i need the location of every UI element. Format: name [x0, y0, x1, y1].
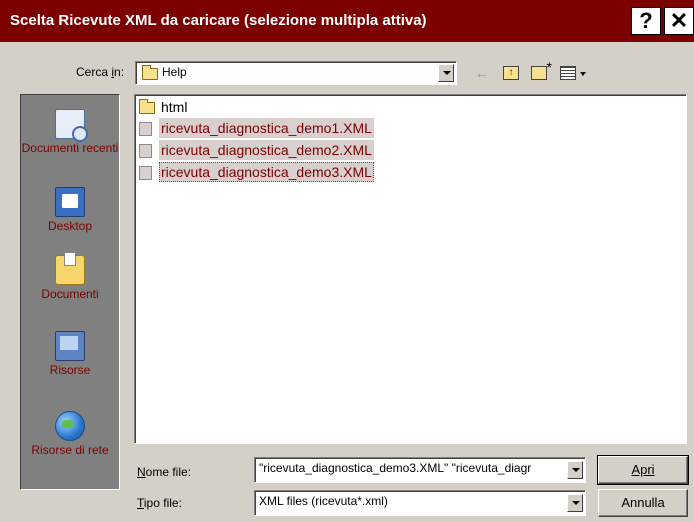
open-button[interactable]: Apri — [597, 455, 689, 485]
folder-icon — [139, 99, 155, 114]
open-button-label: Apri — [631, 462, 655, 477]
place-label: Risorse — [49, 363, 91, 377]
filename-value: "ricevuta_diagnostica_demo3.XML" "ricevu… — [259, 461, 532, 475]
chevron-down-icon[interactable] — [567, 494, 583, 512]
folder-icon — [142, 65, 158, 80]
filetype-dropdown[interactable]: XML files (ricevuta*.xml) — [254, 490, 586, 516]
help-button[interactable]: ? — [631, 7, 661, 35]
place-label: Documenti — [41, 287, 99, 301]
new-folder-icon[interactable] — [531, 58, 552, 80]
place-recent-documents[interactable]: Documenti recenti — [21, 109, 119, 155]
filetype-label: Tipo file: — [137, 496, 182, 510]
lookin-dropdown[interactable]: Help — [135, 61, 457, 85]
lookin-value: Help — [162, 65, 187, 79]
my-computer-icon — [55, 331, 85, 361]
place-my-computer[interactable]: Risorse — [21, 331, 119, 377]
cancel-button[interactable]: Annulla — [598, 489, 688, 517]
xml-file-icon — [139, 144, 152, 158]
places-bar: Documenti recenti Desktop Documenti Riso… — [20, 94, 120, 490]
my-documents-icon — [55, 252, 85, 285]
file-name: ricevuta_diagnostica_demo1.XML — [159, 118, 374, 138]
place-label: Documenti recenti — [21, 141, 119, 155]
filename-label: Nome file: — [137, 465, 192, 479]
recent-documents-icon — [55, 109, 88, 142]
close-button[interactable]: ✕ — [664, 7, 694, 35]
file-open-dialog: Scelta Ricevute XML da caricare (selezio… — [0, 0, 694, 522]
place-my-documents[interactable]: Documenti — [21, 252, 119, 301]
xml-file-icon — [139, 166, 152, 180]
title-bar[interactable]: Scelta Ricevute XML da caricare (selezio… — [0, 0, 694, 42]
place-label: Desktop — [47, 219, 93, 233]
back-arrow-icon[interactable]: ← — [475, 64, 489, 82]
place-network[interactable]: Risorse di rete — [21, 411, 119, 457]
chevron-down-icon[interactable] — [567, 461, 583, 479]
filetype-value: XML files (ricevuta*.xml) — [259, 494, 388, 508]
place-desktop[interactable]: Desktop — [21, 187, 119, 233]
network-places-icon — [55, 411, 85, 441]
chevron-down-icon[interactable] — [438, 64, 454, 82]
lookin-label: Cerca in: — [76, 65, 125, 79]
view-menu-icon[interactable] — [560, 66, 576, 80]
file-name: ricevuta_diagnostica_demo2.XML — [159, 140, 374, 160]
file-name: html — [161, 99, 188, 115]
place-label: Risorse di rete — [31, 443, 109, 457]
filename-input[interactable]: "ricevuta_diagnostica_demo3.XML" "ricevu… — [254, 457, 586, 483]
file-list[interactable]: html ricevuta_diagnostica_demo1.XML rice… — [134, 94, 687, 444]
file-name: ricevuta_diagnostica_demo3.XML — [159, 162, 374, 182]
view-menu-chevron-icon[interactable] — [580, 72, 586, 76]
xml-file-icon — [139, 122, 152, 136]
desktop-icon — [55, 187, 85, 217]
window-title: Scelta Ricevute XML da caricare (selezio… — [10, 12, 427, 29]
up-one-level-icon[interactable]: ↑ — [503, 66, 519, 80]
